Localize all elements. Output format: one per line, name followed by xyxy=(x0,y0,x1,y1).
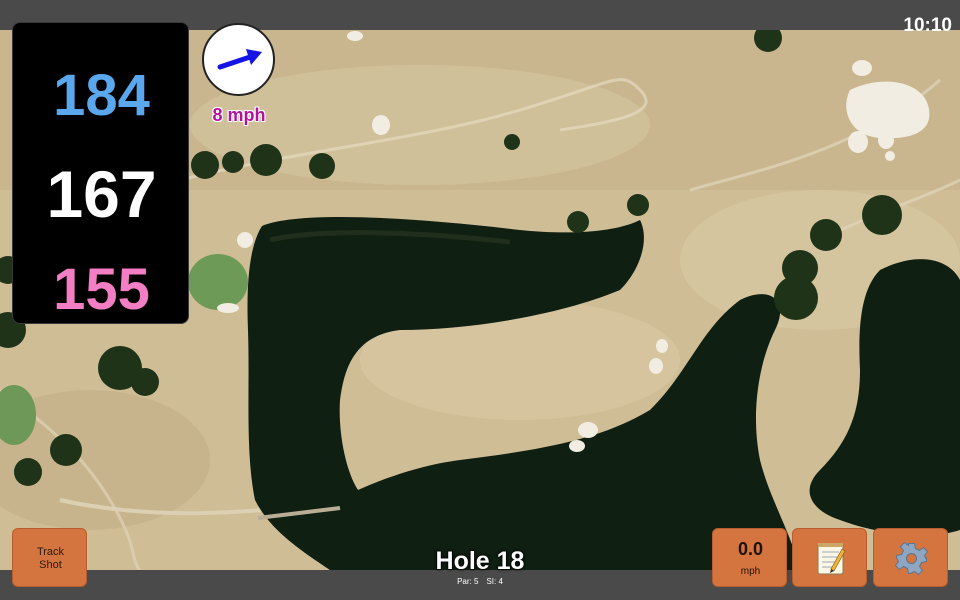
settings-button[interactable] xyxy=(873,528,948,587)
track-shot-label: Track Shot xyxy=(36,546,65,571)
wind-arrow-icon xyxy=(217,49,262,70)
speed-button[interactable]: 0.0 mph xyxy=(712,528,787,587)
hole-par: Par: 5 xyxy=(457,577,479,586)
notes-button[interactable] xyxy=(792,528,867,587)
clock-time: 10:10 xyxy=(903,15,952,36)
distance-middle: 167 xyxy=(46,157,157,231)
track-shot-button[interactable]: Track Shot xyxy=(12,528,87,587)
distance-back: 184 xyxy=(53,63,150,128)
notepad-icon xyxy=(817,543,846,575)
distance-panel[interactable]: 184 167 155 xyxy=(12,22,189,324)
speed-unit: mph xyxy=(740,566,761,577)
gear-icon xyxy=(894,541,929,576)
hole-title: Hole 18 xyxy=(435,547,525,575)
speed-value: 0.0 xyxy=(737,539,764,559)
hole-stroke-index: SI: 4 xyxy=(486,577,503,586)
wind-indicator[interactable] xyxy=(202,23,275,96)
wind-speed: 8 mph xyxy=(212,105,266,125)
hole-info: Par: 5 SI: 4 xyxy=(380,577,580,586)
golf-gps-screen: 10:10 184 167 155 8 mph Track Shot Hole 1… xyxy=(0,0,960,600)
distance-front: 155 xyxy=(53,257,150,322)
